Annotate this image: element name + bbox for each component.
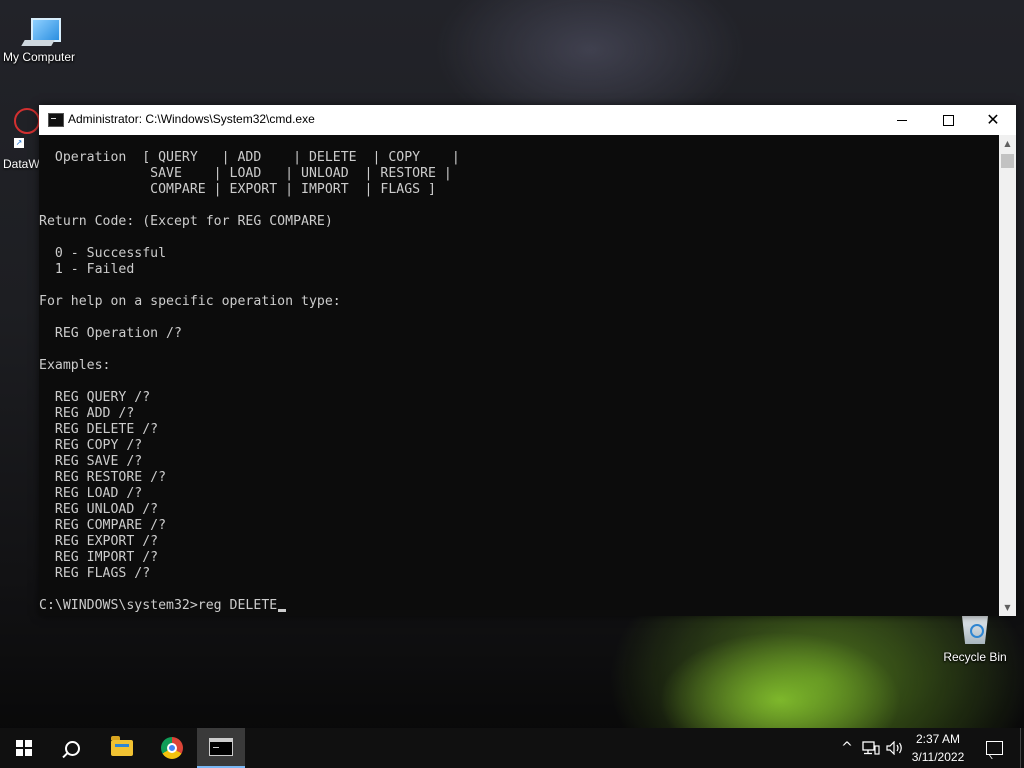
prompt: C:\WINDOWS\system32> xyxy=(39,598,198,613)
folder-icon xyxy=(111,736,133,756)
cmd-window[interactable]: Administrator: C:\Windows\System32\cmd.e… xyxy=(39,105,1016,616)
command-line[interactable]: C:\WINDOWS\system32>reg DELETE xyxy=(39,598,287,614)
taskbar-cmd[interactable] xyxy=(197,728,245,768)
start-button[interactable] xyxy=(0,728,48,768)
search-button[interactable] xyxy=(48,728,96,768)
close-button[interactable]: ✕ xyxy=(970,105,1016,135)
clock[interactable]: 2:37 AM 3/11/2022 xyxy=(905,730,971,766)
show-hidden-icons-button[interactable]: ^ xyxy=(838,728,856,768)
shortcut-arrow-icon: ↗ xyxy=(14,138,24,148)
vertical-scrollbar[interactable]: ▲ ▼ xyxy=(999,135,1016,616)
taskbar-file-explorer[interactable] xyxy=(98,728,146,768)
clock-time: 2:37 AM xyxy=(915,732,961,746)
desktop-icon-label: DataW xyxy=(3,157,40,171)
maximize-icon xyxy=(942,114,954,126)
cmd-icon[interactable] xyxy=(48,113,64,127)
scroll-down-icon[interactable]: ▼ xyxy=(999,599,1016,616)
chevron-up-icon: ^ xyxy=(841,740,853,756)
window-titlebar[interactable]: Administrator: C:\Windows\System32\cmd.e… xyxy=(39,105,1016,135)
taskbar: ^ 2:37 AM 3/11/2022 xyxy=(0,728,1024,768)
close-icon: ✕ xyxy=(986,110,1000,129)
minimize-button[interactable] xyxy=(879,105,925,135)
command-input[interactable]: reg DELETE xyxy=(198,598,277,613)
network-icon[interactable] xyxy=(860,728,882,768)
window-title: Administrator: C:\Windows\System32\cmd.e… xyxy=(68,112,315,126)
minimize-icon xyxy=(897,119,907,121)
notification-icon xyxy=(985,741,1003,755)
text-cursor xyxy=(278,609,287,612)
action-center-button[interactable] xyxy=(979,728,1009,768)
recycle-bin-icon xyxy=(958,612,992,646)
scrollbar-thumb[interactable] xyxy=(1001,154,1014,168)
maximize-button[interactable] xyxy=(925,105,971,135)
taskbar-chrome[interactable] xyxy=(148,728,196,768)
clock-date: 3/11/2022 xyxy=(911,750,965,764)
cmd-icon xyxy=(209,738,233,756)
chrome-icon xyxy=(161,737,183,759)
desktop-icon-my-computer[interactable]: My Computer xyxy=(0,8,81,64)
console-text: Operation [ QUERY | ADD | DELETE | COPY … xyxy=(39,150,460,581)
show-desktop-button[interactable] xyxy=(1020,728,1024,768)
computer-icon xyxy=(17,8,61,48)
windows-logo-icon xyxy=(16,740,32,756)
desktop-icon-label: My Computer xyxy=(2,50,76,64)
scroll-up-icon[interactable]: ▲ xyxy=(999,135,1016,152)
desktop-icon-label: Recycle Bin xyxy=(943,650,1007,664)
console-output[interactable]: Operation [ QUERY | ADD | DELETE | COPY … xyxy=(39,135,999,616)
volume-icon[interactable] xyxy=(884,728,906,768)
search-icon xyxy=(64,740,80,756)
desktop-icon-recycle-bin[interactable]: Recycle Bin xyxy=(933,612,1017,664)
